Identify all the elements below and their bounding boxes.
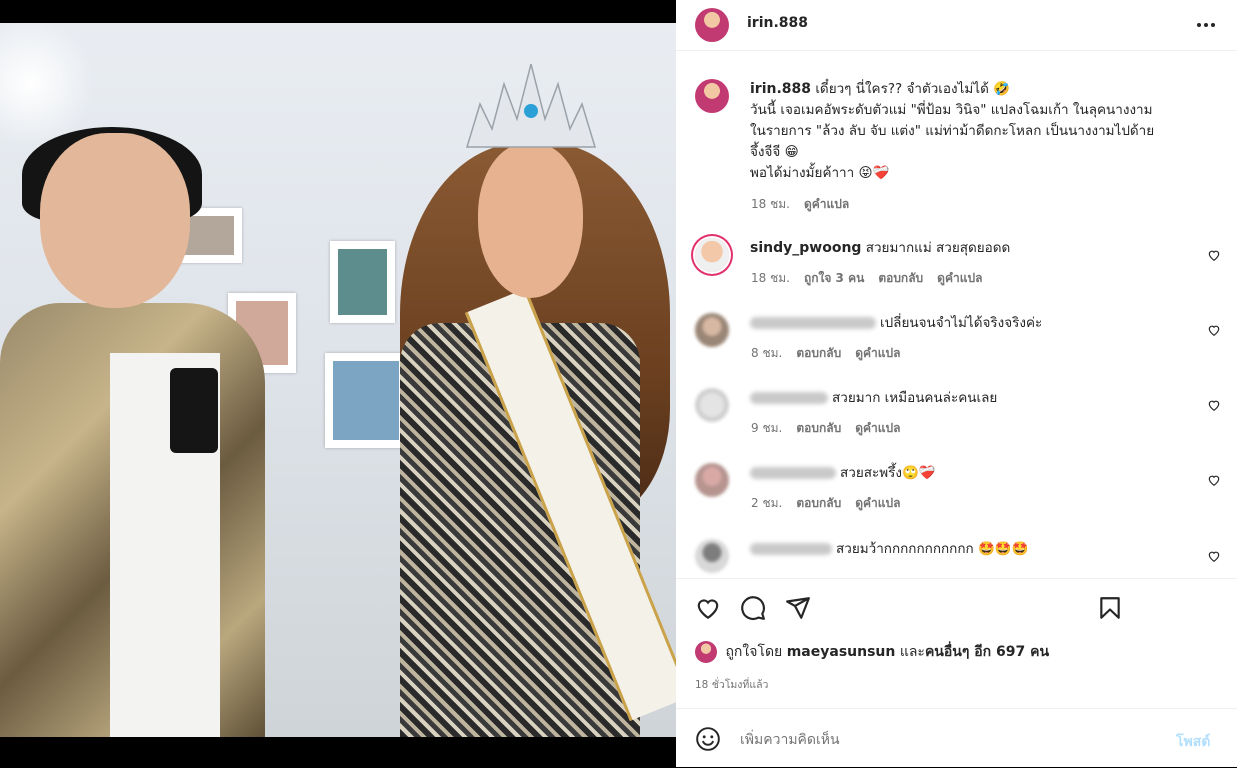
post-comment-button[interactable]: โพสต์ bbox=[1176, 731, 1210, 753]
post-photo bbox=[0, 23, 676, 737]
add-comment-bar: โพสต์ bbox=[676, 708, 1237, 768]
post-detail-panel: irin.888 irin.888 เดี๋ยวๆ นี่ใคร?? จำตัว… bbox=[676, 0, 1237, 767]
comment-item: สวยมาก เหมือนคนล่ะคนเลย 9 ชม. ตอบกลับ ดูคำ… bbox=[676, 381, 1237, 456]
wall-frame bbox=[325, 353, 407, 448]
commenter-avatar[interactable] bbox=[695, 238, 729, 272]
caption-line-2: วันนี้ เจอเมคอัพระดับตัวแม่ "พี่ป้อม วิน… bbox=[750, 102, 1153, 118]
commenter-avatar[interactable] bbox=[695, 388, 729, 422]
caption-line-4: จึ้งจีจี 😁 bbox=[750, 144, 799, 160]
comment-time: 2 ชม. bbox=[751, 496, 783, 510]
emoji-icon[interactable] bbox=[695, 726, 721, 752]
comment-text: สวยมาก เหมือนคนล่ะคนเลย bbox=[832, 390, 998, 406]
wireless-mic bbox=[170, 368, 218, 453]
liker-username[interactable]: maeyasunsun bbox=[787, 644, 896, 660]
comment-time: 9 ชม. bbox=[751, 421, 783, 435]
add-comment-input[interactable] bbox=[738, 727, 1142, 753]
comment-text: สวยมว้ากกกกกกกกกกก 🤩🤩🤩 bbox=[836, 541, 1029, 557]
likes-others-link[interactable]: คนอื่นๆ อีก 697 คน bbox=[925, 644, 1049, 660]
commenter-avatar[interactable] bbox=[695, 313, 729, 347]
comment-username[interactable]: sindy_pwoong bbox=[750, 240, 861, 256]
caption-translate-link[interactable]: ดูคำแปล bbox=[804, 197, 849, 211]
comment-heart-icon[interactable] bbox=[1207, 248, 1221, 262]
comment-heart-icon[interactable] bbox=[1207, 473, 1221, 487]
post-header: irin.888 bbox=[676, 0, 1237, 51]
comment-likes-link[interactable]: ถูกใจ 3 คน bbox=[804, 271, 864, 285]
share-icon[interactable] bbox=[785, 595, 811, 621]
translate-link[interactable]: ดูคำแปล bbox=[855, 421, 900, 435]
liker-avatar[interactable] bbox=[695, 641, 717, 663]
comment-heart-icon[interactable] bbox=[1207, 398, 1221, 412]
studio-light bbox=[0, 23, 100, 143]
caption-line-3: ในรายการ "ล้วง ลับ จับ แต่ง" แม่ท่าม้าดี… bbox=[750, 123, 1155, 139]
reply-link[interactable]: ตอบกลับ bbox=[796, 496, 841, 510]
comment-time: 18 ชม. bbox=[751, 271, 790, 285]
comment-heart-icon[interactable] bbox=[1207, 549, 1221, 563]
heart-icon[interactable] bbox=[695, 595, 721, 621]
comment-text: เปลี่ยนจนจำไม่ได้จริงจริงค่ะ bbox=[880, 315, 1043, 331]
crown bbox=[465, 63, 597, 148]
translate-link[interactable]: ดูคำแปล bbox=[937, 271, 982, 285]
caption: irin.888 เดี๋ยวๆ นี่ใคร?? จำตัวเองไม่ได้… bbox=[676, 51, 1237, 226]
more-options-icon[interactable] bbox=[1193, 12, 1219, 38]
woman-face bbox=[478, 143, 583, 298]
comment-item: สวยสะพรึ้ง🙄❤️‍🩹 2 ชม. ตอบกลับ ดูคำแปล bbox=[676, 456, 1237, 531]
comment-text: สวยสะพรึ้ง🙄❤️‍🩹 bbox=[840, 465, 936, 481]
comment-item: สวยมว้ากกกกกกกกกกก 🤩🤩🤩 bbox=[676, 531, 1237, 578]
translate-link[interactable]: ดูคำแปล bbox=[855, 496, 900, 510]
comment-icon[interactable] bbox=[740, 595, 766, 621]
comment-username-blurred[interactable] bbox=[750, 543, 832, 555]
likes-summary: ถูกใจโดย maeyasunsun และคนอื่นๆ อีก 697 … bbox=[695, 641, 1049, 663]
post-media[interactable] bbox=[0, 0, 676, 767]
caption-line-1: irin.888 เดี๋ยวๆ นี่ใคร?? จำตัวเองไม่ได้… bbox=[750, 79, 1220, 100]
caption-text: เดี๋ยวๆ นี่ใคร?? จำตัวเองไม่ได้ 🤣 bbox=[815, 81, 1010, 97]
reply-link[interactable]: ตอบกลับ bbox=[796, 346, 841, 360]
comment-text: สวยมากแม่ สวยสุดยอดด bbox=[865, 240, 1011, 256]
comment-item: sindy_pwoong สวยมากแม่ สวยสุดยอดด 18 ชม.… bbox=[676, 231, 1237, 306]
comment-item: เปลี่ยนจนจำไม่ได้จริงจริงค่ะ 8 ชม. ตอบกลั… bbox=[676, 306, 1237, 381]
post-actions: ถูกใจโดย maeyasunsun และคนอื่นๆ อีก 697 … bbox=[676, 578, 1237, 709]
likes-prefix: ถูกใจโดย bbox=[725, 644, 783, 660]
reply-link[interactable]: ตอบกลับ bbox=[796, 421, 841, 435]
post-timestamp: 18 ชั่วโมงที่แล้ว bbox=[695, 679, 769, 691]
comment-username-blurred[interactable] bbox=[750, 317, 876, 329]
bookmark-icon[interactable] bbox=[1097, 595, 1123, 621]
wall-frame bbox=[330, 241, 395, 323]
reply-link[interactable]: ตอบกลับ bbox=[878, 271, 923, 285]
comment-username-blurred[interactable] bbox=[750, 467, 836, 479]
comment-username-blurred[interactable] bbox=[750, 392, 828, 404]
author-avatar[interactable] bbox=[695, 8, 729, 42]
commenter-avatar[interactable] bbox=[695, 463, 729, 497]
comment-time: 8 ชม. bbox=[751, 346, 783, 360]
man-face bbox=[40, 133, 190, 308]
author-username[interactable]: irin.888 bbox=[747, 15, 808, 31]
translate-link[interactable]: ดูคำแปล bbox=[855, 346, 900, 360]
caption-username[interactable]: irin.888 bbox=[750, 81, 811, 97]
caption-avatar[interactable] bbox=[695, 79, 729, 113]
likes-and: และ bbox=[899, 644, 925, 660]
comments-list[interactable]: irin.888 เดี๋ยวๆ นี่ใคร?? จำตัวเองไม่ได้… bbox=[676, 51, 1237, 578]
commenter-avatar[interactable] bbox=[695, 539, 729, 573]
caption-line-5: พอได้ม่างมั้ยค้าาา 😝❤️‍🩹 bbox=[750, 165, 890, 181]
comment-heart-icon[interactable] bbox=[1207, 323, 1221, 337]
caption-time: 18 ชม. bbox=[751, 197, 790, 211]
